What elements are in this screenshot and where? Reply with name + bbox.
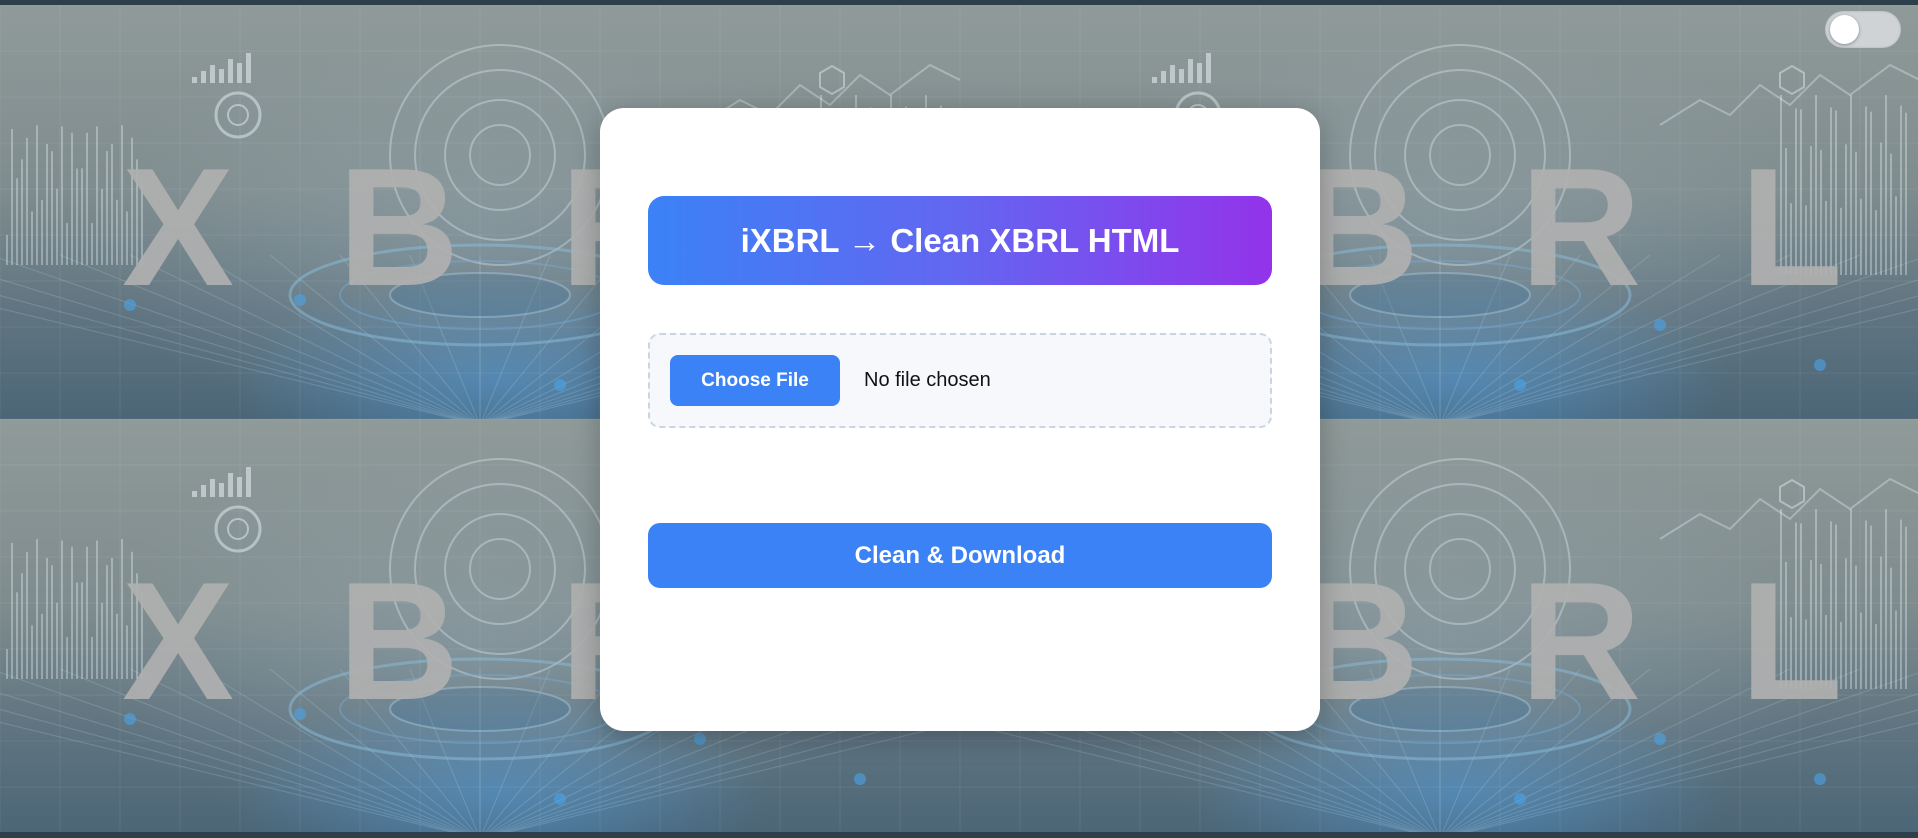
watermark-letter: L <box>1740 133 1843 321</box>
watermark-letter: R <box>1520 133 1641 321</box>
theme-toggle[interactable] <box>1825 11 1901 48</box>
watermark-letter: X <box>122 547 234 735</box>
watermark-letter: X <box>122 133 234 321</box>
watermark-letter: B <box>338 547 459 735</box>
watermark-letter: R <box>1520 547 1641 735</box>
watermark-letter: B <box>338 133 459 321</box>
converter-card: iXBRL → Clean XBRL HTML Choose File No f… <box>600 108 1320 731</box>
clean-download-button[interactable]: Clean & Download <box>648 523 1272 588</box>
page-title: iXBRL → Clean XBRL HTML <box>648 196 1272 285</box>
choose-file-button[interactable]: Choose File <box>670 355 840 406</box>
file-drop-zone[interactable]: Choose File No file chosen <box>648 333 1272 428</box>
watermark-letter: L <box>1740 547 1843 735</box>
file-status-text: No file chosen <box>864 369 991 391</box>
bottom-bar <box>0 832 1918 838</box>
toggle-knob[interactable] <box>1830 15 1859 44</box>
